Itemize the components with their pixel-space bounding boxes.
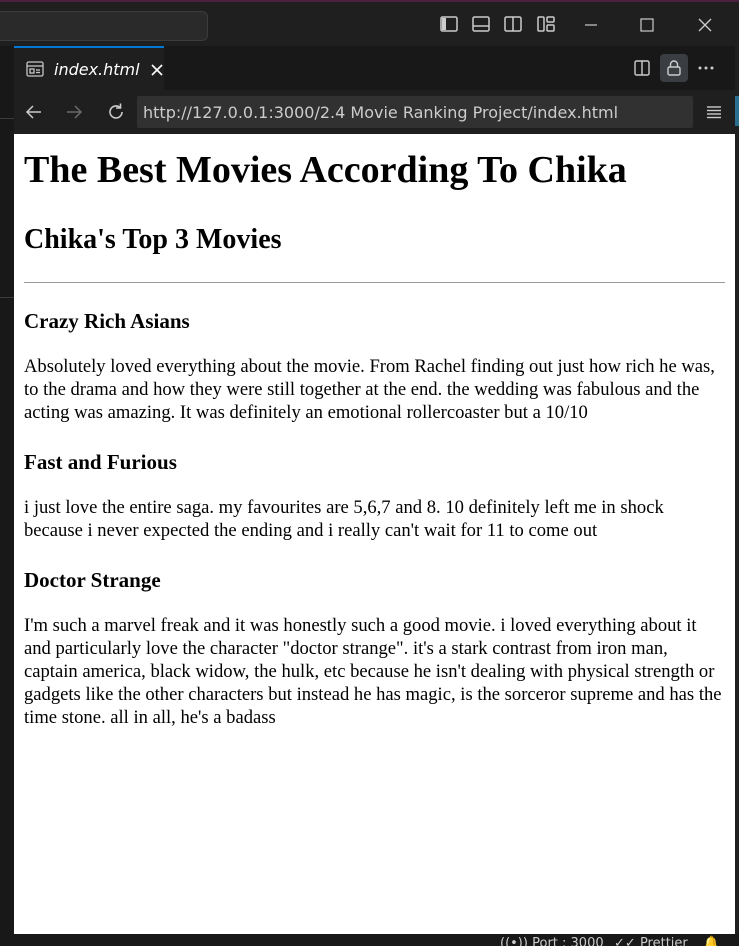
page-title: The Best Movies According To Chika	[24, 149, 627, 191]
close-icon[interactable]	[150, 62, 164, 76]
editor-tab-strip: index.html	[14, 46, 735, 91]
webpage-viewport: The Best Movies According To Chika Chika…	[14, 134, 735, 934]
bell-icon[interactable]: 🔔	[703, 936, 719, 946]
divider	[0, 297, 14, 298]
toggle-panel-icon[interactable]	[471, 14, 491, 34]
toggle-secondary-sidebar-icon[interactable]	[503, 14, 523, 34]
prettier-label: Prettier	[639, 936, 688, 946]
browser-toolbar: http://127.0.0.1:3000/2.4 Movie Ranking …	[14, 90, 735, 134]
scrollbar-edge	[735, 96, 739, 126]
status-bar: ((•)) Port : 3000 ✓✓ Prettier 🔔	[0, 934, 739, 946]
movie-title: Doctor Strange	[24, 568, 161, 592]
divider	[0, 118, 14, 119]
ports-label: Port : 3000	[532, 936, 604, 946]
forward-arrow-icon[interactable]	[62, 100, 86, 124]
left-sidebar-edge	[0, 46, 14, 946]
preview-file-icon	[26, 61, 44, 77]
prettier-status[interactable]: ✓✓ Prettier	[614, 936, 688, 946]
maximize-window-button[interactable]	[624, 8, 670, 42]
customize-layout-icon[interactable]	[536, 14, 556, 34]
movie-review: Absolutely loved everything about the mo…	[24, 356, 715, 423]
divider	[24, 282, 725, 283]
page-subtitle: Chika's Top 3 Movies	[24, 224, 282, 255]
movie-title: Fast and Furious	[24, 450, 177, 474]
back-arrow-icon[interactable]	[22, 100, 46, 124]
toggle-primary-sidebar-icon[interactable]	[439, 14, 459, 34]
url-input[interactable]: http://127.0.0.1:3000/2.4 Movie Ranking …	[137, 96, 693, 128]
close-window-button[interactable]	[682, 8, 728, 42]
minimize-window-button[interactable]	[568, 8, 614, 42]
movie-review: i just love the entire saga. my favourit…	[24, 497, 664, 541]
menu-icon[interactable]	[702, 100, 726, 124]
broadcast-icon: ((•))	[500, 936, 528, 946]
command-center-search[interactable]	[0, 11, 208, 41]
movie-review: I'm such a marvel freak and it was hones…	[24, 615, 722, 728]
tab-label: index.html	[54, 59, 140, 79]
reload-icon[interactable]	[104, 100, 128, 124]
tab-index-html[interactable]: index.html	[14, 46, 164, 90]
title-bar	[0, 0, 739, 48]
more-actions-icon[interactable]	[694, 56, 718, 80]
double-check-icon: ✓✓	[614, 936, 636, 946]
movie-title: Crazy Rich Asians	[24, 309, 190, 333]
lock-icon[interactable]	[660, 54, 688, 82]
split-editor-icon[interactable]	[630, 56, 654, 80]
ports-status[interactable]: ((•)) Port : 3000	[500, 936, 604, 946]
